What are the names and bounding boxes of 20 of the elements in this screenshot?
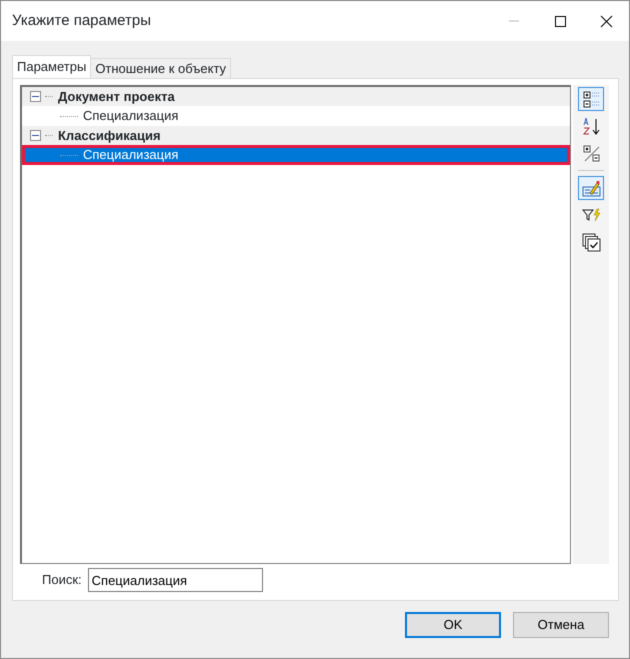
expand-collapse-icon [582, 144, 600, 162]
tree-item[interactable]: Специализация [22, 106, 570, 126]
tab[interactable]: Параметры [12, 55, 92, 78]
search-field[interactable]: Специализация [88, 568, 263, 592]
collapse-icon[interactable] [30, 130, 41, 141]
toolbar-button[interactable] [578, 87, 604, 111]
cancel-button[interactable]: Отмена [513, 612, 609, 638]
edit-icon [582, 178, 600, 198]
group-label[interactable]: Классификация [58, 126, 161, 146]
stacked-windows-icon [582, 232, 600, 252]
tree-item[interactable]: Специализация [22, 145, 570, 165]
tab[interactable]: Отношение к объекту [90, 58, 232, 78]
search-label: Поиск: [42, 571, 82, 590]
sort-icon [582, 116, 600, 136]
categorized-icon [582, 90, 600, 108]
collapse-icon[interactable] [30, 91, 41, 102]
close-icon[interactable] [600, 14, 612, 28]
window-title: Укажите параметры [12, 10, 152, 31]
ok-button[interactable]: OK [405, 612, 501, 638]
maximize-icon[interactable] [554, 14, 566, 28]
